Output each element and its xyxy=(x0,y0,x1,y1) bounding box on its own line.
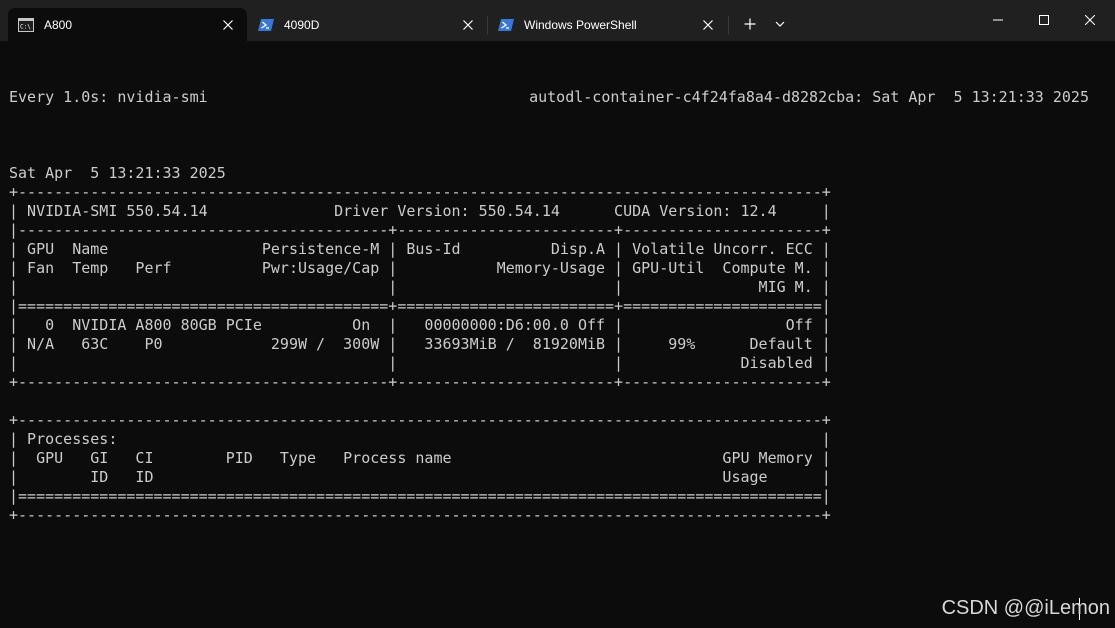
terminal-line: | Fan Temp Perf Pwr:Usage/Cap | Memory-U… xyxy=(9,259,831,277)
watch-header: Every 1.0s: nvidia-smi autodl-container-c… xyxy=(9,88,1089,107)
terminal-line: Sat Apr 5 13:21:33 2025 xyxy=(9,164,226,182)
terminal-line: | | | MIG M. | xyxy=(9,278,831,296)
tab-bar: C:\ A800 4090D Windows PowerShell xyxy=(0,0,1115,41)
terminal-line: +---------------------------------------… xyxy=(9,373,831,391)
terminal-window: C:\ A800 4090D Windows PowerShell Every … xyxy=(0,0,1115,628)
watch-host-timestamp: autodl-container-c4f24fa8a4-d8282cba: Sa… xyxy=(529,88,1089,106)
terminal-line: | GPU Name Persistence-M | Bus-Id Disp.A… xyxy=(9,240,831,258)
minimize-button[interactable] xyxy=(975,0,1021,41)
svg-text:C:\: C:\ xyxy=(20,24,31,31)
terminal-line: | 0 NVIDIA A800 80GB PCIe On | 00000000:… xyxy=(9,316,831,334)
minimize-icon xyxy=(993,19,1003,21)
watermark: CSDN @@iLemon xyxy=(941,597,1110,619)
terminal-line: | NVIDIA-SMI 550.54.14 Driver Version: 5… xyxy=(9,202,831,220)
powershell-icon xyxy=(258,17,274,33)
close-tab-icon[interactable] xyxy=(459,16,477,34)
tab-4090d[interactable]: 4090D xyxy=(248,8,486,41)
terminal-line: | Processes: | xyxy=(9,430,831,448)
tab-label: 4090D xyxy=(284,18,320,32)
terminal-line: |=======================================… xyxy=(9,487,831,505)
new-tab-button[interactable] xyxy=(741,15,759,33)
tab-a800[interactable]: C:\ A800 xyxy=(8,8,247,41)
close-window-button[interactable] xyxy=(1067,0,1113,41)
close-icon xyxy=(1085,15,1095,25)
terminal-line: +---------------------------------------… xyxy=(9,183,831,201)
terminal-line: +---------------------------------------… xyxy=(9,411,831,429)
terminal-line: |---------------------------------------… xyxy=(9,221,831,239)
close-tab-icon[interactable] xyxy=(699,16,717,34)
watch-command: Every 1.0s: nvidia-smi xyxy=(9,88,208,106)
terminal-line: | ID ID Usage | xyxy=(9,468,831,486)
nvidia-smi-output: Sat Apr 5 13:21:33 2025 +----------------… xyxy=(9,145,1089,525)
terminal-line: +---------------------------------------… xyxy=(9,506,831,524)
tab-windows-powershell[interactable]: Windows PowerShell xyxy=(488,8,726,41)
maximize-icon xyxy=(1039,15,1049,25)
terminal-line: | | | Disabled | xyxy=(9,354,831,372)
chevron-down-icon[interactable] xyxy=(771,15,789,33)
tab-label: A800 xyxy=(44,18,73,32)
terminal-line: |=======================================… xyxy=(9,297,831,315)
powershell-icon xyxy=(498,17,514,33)
terminal-output: Every 1.0s: nvidia-smi autodl-container-c… xyxy=(9,50,1089,563)
tab-label: Windows PowerShell xyxy=(524,18,637,32)
terminal-line: | N/A 63C P0 299W / 300W | 33693MiB / 81… xyxy=(9,335,831,353)
cmd-icon: C:\ xyxy=(18,17,34,33)
close-tab-icon[interactable] xyxy=(219,16,237,34)
terminal-pane[interactable]: Every 1.0s: nvidia-smi autodl-container-c… xyxy=(0,41,1115,628)
maximize-button[interactable] xyxy=(1021,0,1067,41)
tab-separator xyxy=(728,16,729,34)
terminal-line: | GPU GI CI PID Type Process name GPU Me… xyxy=(9,449,831,467)
